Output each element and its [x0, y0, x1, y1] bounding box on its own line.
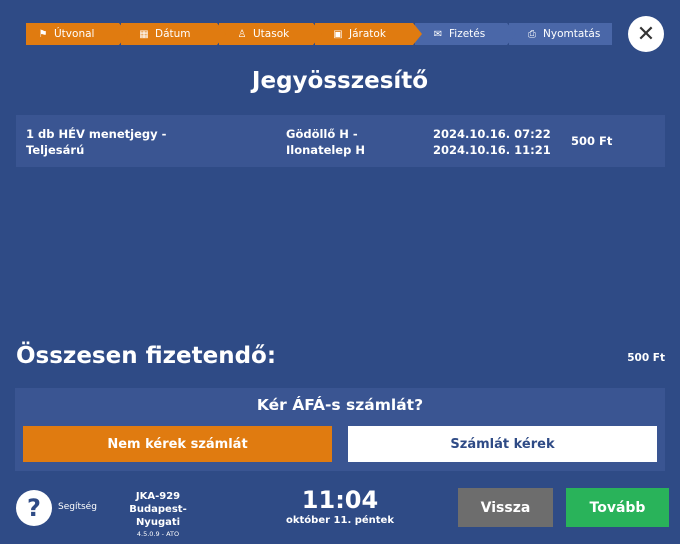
progress-stepper: ⚑ Útvonal ▦ Dátum ♙ Utasok ▣ Járatok ✉ F…	[26, 23, 612, 45]
step-date[interactable]: ▦ Dátum	[121, 23, 226, 45]
help-button[interactable]: ?	[16, 490, 52, 526]
calendar-icon: ▦	[139, 28, 149, 40]
invoice-panel: Kér ÁFÁ-s számlát? Nem kérek számlát Szá…	[15, 388, 665, 471]
request-invoice-button[interactable]: Számlát kérek	[348, 426, 657, 462]
printer-icon: ⎙	[528, 28, 536, 40]
ticket-valid-from: 2024.10.16. 07:22	[433, 127, 551, 141]
clock-date: október 11. péntek	[286, 515, 394, 526]
step-trains-label: Járatok	[349, 28, 386, 40]
back-button[interactable]: Vissza	[458, 488, 553, 527]
clock-time: 11:04	[301, 486, 379, 514]
device-info: JKA-929 Budapest-Nyugati 4.5.0.9 - ATO	[108, 490, 208, 539]
person-icon: ♙	[237, 28, 247, 40]
step-trains[interactable]: ▣ Járatok	[315, 23, 422, 45]
question-mark-icon: ?	[27, 494, 41, 522]
flag-icon: ⚑	[38, 28, 48, 40]
step-printing: ⎙ Nyomtatás	[509, 23, 612, 45]
ticket-validity: 2024.10.16. 07:22 2024.10.16. 11:21	[433, 126, 563, 158]
total-label: Összesen fizetendő:	[16, 343, 277, 369]
ticket-summary-screen: ⚑ Útvonal ▦ Dátum ♙ Utasok ▣ Járatok ✉ F…	[0, 0, 680, 544]
step-route[interactable]: ⚑ Útvonal	[26, 23, 128, 45]
money-icon: ✉	[433, 28, 443, 40]
page-title: Jegyösszesítő	[251, 68, 429, 94]
device-id: JKA-929	[135, 491, 181, 502]
ticket-row: 1 db HÉV menetjegy - Teljesárú Gödöllő H…	[16, 115, 665, 167]
train-icon: ▣	[333, 28, 343, 40]
no-invoice-button[interactable]: Nem kérek számlát	[23, 426, 332, 462]
step-passengers-label: Utasok	[253, 28, 290, 40]
close-icon: ✕	[636, 21, 656, 47]
step-printing-label: Nyomtatás	[543, 28, 601, 40]
ticket-route-line2: Ilonatelep H	[286, 143, 365, 157]
ticket-name-line1: 1 db HÉV menetjegy -	[26, 127, 167, 141]
step-date-label: Dátum	[155, 28, 191, 40]
step-payment: ✉ Fizetés	[415, 23, 516, 45]
invoice-question: Kér ÁFÁ-s számlát?	[256, 396, 424, 414]
next-button[interactable]: Tovább	[566, 488, 669, 527]
ticket-route: Gödöllő H - Ilonatelep H	[286, 126, 396, 158]
ticket-price: 500 Ft	[571, 134, 613, 148]
step-payment-label: Fizetés	[449, 28, 486, 40]
software-version: 4.5.0.9 - ATO	[136, 530, 180, 538]
clock: 11:04 október 11. péntek	[280, 485, 400, 526]
ticket-name: 1 db HÉV menetjegy - Teljesárú	[26, 126, 176, 158]
ticket-valid-to: 2024.10.16. 11:21	[433, 143, 551, 157]
device-location: Budapest-Nyugati	[129, 504, 187, 528]
step-passengers[interactable]: ♙ Utasok	[219, 23, 322, 45]
close-button[interactable]: ✕	[628, 16, 664, 52]
step-route-label: Útvonal	[54, 28, 95, 40]
total-value: 500 Ft	[627, 352, 665, 364]
ticket-route-line1: Gödöllő H -	[286, 127, 358, 141]
help-label[interactable]: Segítség	[58, 502, 97, 512]
ticket-name-line2: Teljesárú	[26, 143, 85, 157]
